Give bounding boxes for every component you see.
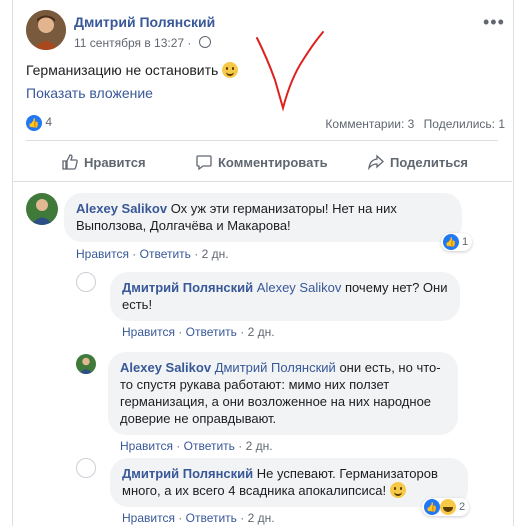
reply-author[interactable]: Дмитрий Полянский xyxy=(122,280,253,295)
post-stats: Комментарии: 3 Поделились: 1 xyxy=(319,117,505,131)
reply-reply-link[interactable]: Ответить xyxy=(186,325,237,339)
post-meta: 11 сентября в 13:27 · xyxy=(74,36,211,50)
reply-mention[interactable]: Дмитрий Полянский xyxy=(215,360,336,375)
comment-reply-link[interactable]: Ответить xyxy=(140,247,191,261)
comment-label: Комментировать xyxy=(218,154,328,170)
thumbs-up-icon: 👍 xyxy=(26,115,42,131)
reply-actions: Нравится · Ответить · 2 дн. xyxy=(122,511,275,525)
post-text: Германизацию не остановить xyxy=(26,62,239,78)
reply-bubble: Дмитрий Полянский Не успевают. Германиза… xyxy=(110,458,468,507)
thumbs-up-icon: 👍 xyxy=(443,234,459,250)
divider xyxy=(26,140,498,141)
reply-author[interactable]: Alexey Salikov xyxy=(120,360,211,375)
comment-like-link[interactable]: Нравится xyxy=(76,247,129,261)
reply-time[interactable]: 2 дн. xyxy=(248,511,275,525)
share-icon xyxy=(368,154,384,170)
comment-bubble: Alexey Salikov Ох уж эти германизаторы! … xyxy=(64,193,462,242)
reply-actions: Нравится · Ответить · 2 дн. xyxy=(122,325,275,339)
share-label: Поделиться xyxy=(390,154,469,170)
reply-like-link[interactable]: Нравится xyxy=(120,439,173,453)
like-label: Нравится xyxy=(84,154,146,170)
like-button[interactable]: Нравится xyxy=(62,154,146,170)
commenter-avatar[interactable] xyxy=(26,193,58,225)
comment-time[interactable]: 2 дн. xyxy=(202,247,229,261)
show-attachment-link[interactable]: Показать вложение xyxy=(26,85,153,101)
reply-like-link[interactable]: Нравится xyxy=(122,325,175,339)
comment-reaction-count: 1 xyxy=(462,236,469,248)
globe-icon xyxy=(198,36,211,48)
reply-reactions[interactable]: 👍 2 xyxy=(422,498,470,516)
reply-time[interactable]: 2 дн. xyxy=(246,439,273,453)
reply-actions: Нравится · Ответить · 2 дн. xyxy=(120,439,273,453)
share-button[interactable]: Поделиться xyxy=(368,154,468,170)
post-date[interactable]: 11 сентября в 13:27 xyxy=(74,36,184,50)
comment-reactions[interactable]: 👍 1 xyxy=(441,233,473,251)
author-avatar[interactable] xyxy=(26,10,66,50)
reply-bubble: Alexey Salikov Дмитрий Полянский они ест… xyxy=(108,352,458,435)
shares-count-link[interactable]: Поделились: 1 xyxy=(424,117,505,131)
replier-avatar[interactable] xyxy=(76,354,96,374)
comment-author[interactable]: Alexey Salikov xyxy=(76,201,167,216)
smile-emoji xyxy=(389,482,406,498)
more-dots-icon[interactable]: ••• xyxy=(483,12,505,33)
comment-icon xyxy=(196,155,212,170)
reply-item: Дмитрий Полянский Alexey Salikov почему … xyxy=(76,272,460,339)
replier-avatar[interactable] xyxy=(76,458,96,478)
meta-separator: · xyxy=(187,36,192,50)
haha-emoji xyxy=(440,499,456,515)
reply-item: Дмитрий Полянский Не успевают. Германиза… xyxy=(76,458,468,525)
reply-author[interactable]: Дмитрий Полянский xyxy=(122,466,253,481)
reply-mention[interactable]: Alexey Salikov xyxy=(257,280,342,295)
reaction-count: 4 xyxy=(45,115,53,130)
comment-item: Alexey Salikov Ох уж эти германизаторы! … xyxy=(26,193,462,261)
thumbs-up-icon xyxy=(62,154,78,170)
reply-reaction-count: 2 xyxy=(459,501,466,513)
reply-item: Alexey Salikov Дмитрий Полянский они ест… xyxy=(76,352,458,453)
reply-reply-link[interactable]: Ответить xyxy=(184,439,235,453)
reply-bubble: Дмитрий Полянский Alexey Salikov почему … xyxy=(110,272,460,321)
comments-count-link[interactable]: Комментарии: 3 xyxy=(325,117,414,131)
comment-actions: Нравится · Ответить · 2 дн. xyxy=(76,247,229,261)
comment-button[interactable]: Комментировать xyxy=(196,154,328,170)
thumbs-up-icon: 👍 xyxy=(424,499,440,515)
post-text-content: Германизацию не остановить xyxy=(26,62,219,78)
reply-time[interactable]: 2 дн. xyxy=(248,325,275,339)
reply-like-link[interactable]: Нравится xyxy=(122,511,175,525)
reply-reply-link[interactable]: Ответить xyxy=(186,511,237,525)
replier-avatar[interactable] xyxy=(76,272,96,292)
divider xyxy=(12,181,512,182)
post-author-name[interactable]: Дмитрий Полянский xyxy=(74,14,215,30)
smile-emoji xyxy=(222,62,239,78)
reaction-summary[interactable]: 👍 4 xyxy=(26,115,52,131)
